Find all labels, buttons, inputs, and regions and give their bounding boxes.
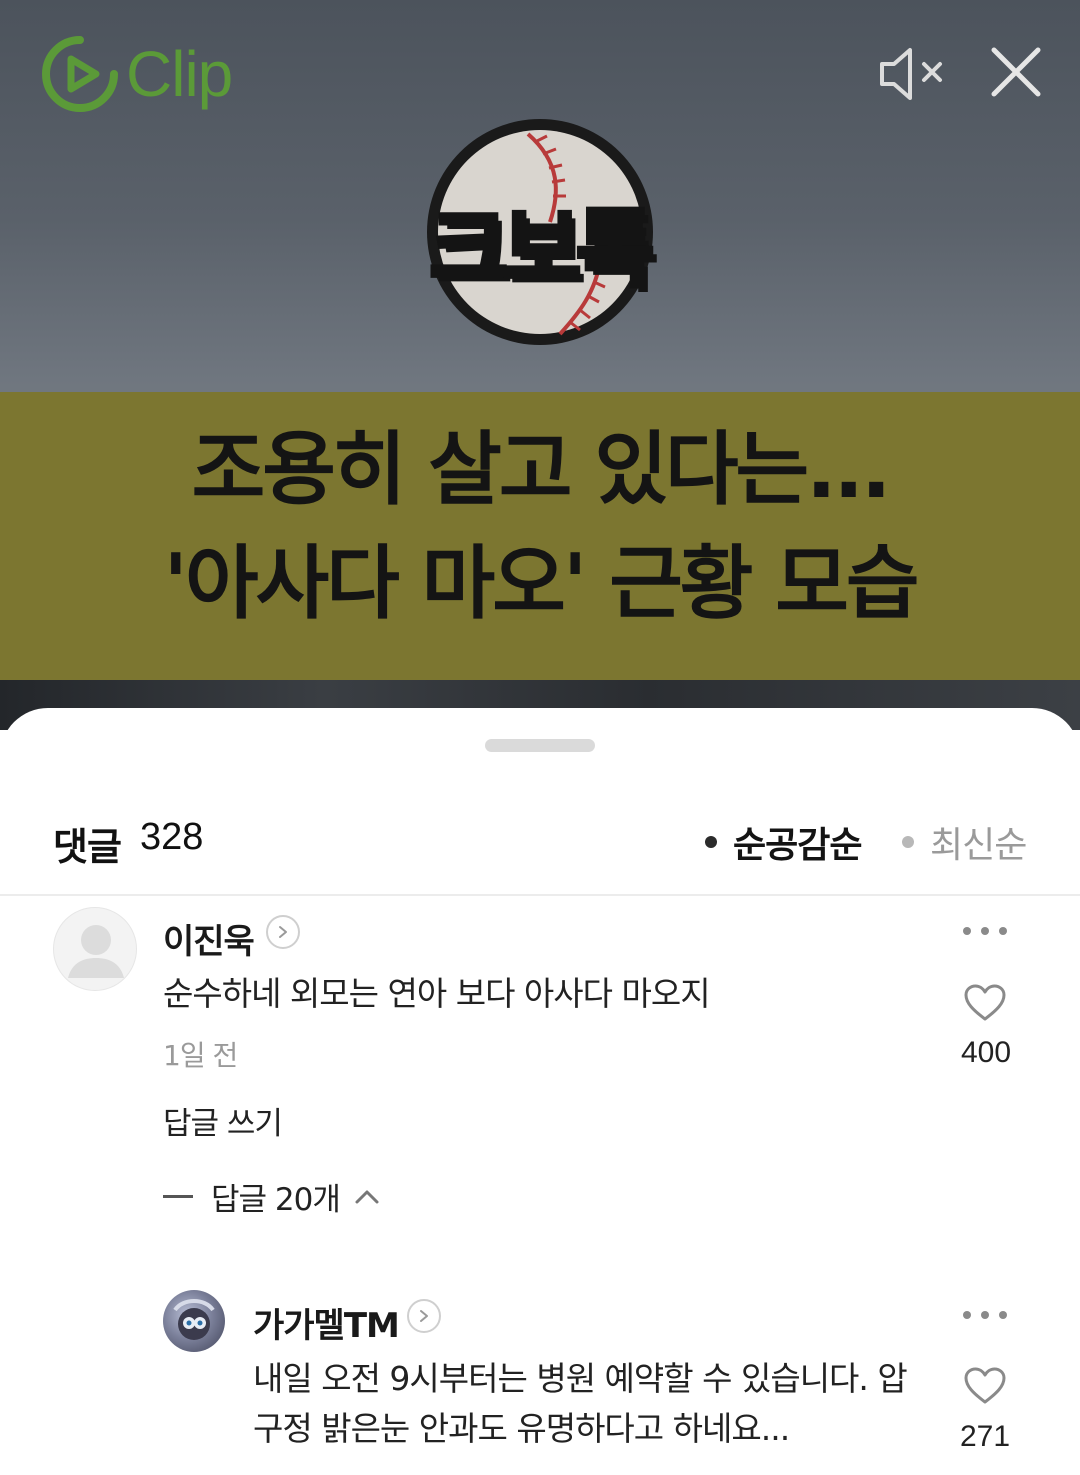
reply-author[interactable]: 가가멜TM	[253, 1298, 400, 1347]
avatar[interactable]	[53, 907, 137, 991]
channel-badge-text: 크보톡	[428, 198, 657, 301]
heart-icon	[964, 1367, 1006, 1404]
comment-text: 순수하네 외모는 연아 보다 아사다 마오지	[163, 974, 711, 1013]
headline-line-2: '아사다 마오' 근황 모습	[163, 537, 920, 630]
video-player[interactable]: Clip 크보톡 조용히 살고 있다는... '아사다 마오' 근황 모습	[0, 0, 1080, 730]
clip-logo: Clip	[40, 34, 233, 114]
close-icon	[991, 47, 1041, 97]
bullet-dot-icon	[902, 836, 914, 848]
more-dot-icon	[981, 1311, 989, 1319]
sort-option-label: 최신순	[930, 825, 1027, 866]
profile-link-button[interactable]	[266, 915, 300, 949]
like-count: 271	[959, 1420, 1011, 1453]
play-circle-icon	[42, 36, 118, 112]
close-button[interactable]	[986, 42, 1046, 102]
comments-count: 328	[140, 816, 204, 858]
chevron-up-icon	[355, 1190, 379, 1204]
chevron-right-icon	[279, 926, 287, 938]
like-button[interactable]	[963, 1366, 1007, 1406]
reply-text-line-2: 구정 밝은눈 안과도 유명하다고 하네요...	[253, 1409, 790, 1448]
comments-sheet: 댓글 328 순공감순 최신순 이진욱 순수하네 외모는 연아 보다 아사다 마…	[0, 708, 1080, 1475]
headline-line-1: 조용히 살고 있다는...	[191, 423, 892, 516]
replies-count-label: 답글 20개	[211, 1181, 341, 1218]
chevron-right-icon	[420, 1310, 428, 1322]
comments-header: 댓글 328 순공감순 최신순	[0, 808, 1080, 870]
divider	[0, 894, 1080, 896]
more-dot-icon	[999, 927, 1007, 935]
clip-logo-text: Clip	[126, 38, 233, 110]
more-dot-icon	[981, 927, 989, 935]
more-dot-icon	[963, 1311, 971, 1319]
comments-title: 댓글	[53, 825, 122, 869]
more-options-button[interactable]	[963, 921, 1007, 941]
profile-link-button[interactable]	[407, 1299, 441, 1333]
write-reply-button[interactable]: 답글 쓰기	[163, 1098, 283, 1143]
more-dot-icon	[963, 927, 971, 935]
default-user-icon	[68, 925, 124, 978]
dash-icon	[163, 1194, 193, 1198]
avatar-character-icon	[173, 1299, 215, 1340]
heart-icon	[964, 984, 1006, 1021]
sort-option-popular[interactable]: 순공감순	[705, 816, 862, 868]
comment-author[interactable]: 이진욱	[163, 914, 255, 963]
drag-handle[interactable]	[485, 739, 595, 752]
avatar[interactable]	[163, 1290, 225, 1352]
mute-button[interactable]	[876, 44, 948, 104]
bullet-dot-icon	[705, 836, 717, 848]
more-options-button[interactable]	[963, 1305, 1007, 1325]
sort-option-latest[interactable]: 최신순	[902, 816, 1027, 868]
speaker-muted-icon	[880, 48, 942, 100]
reply-text-line-1: 내일 오전 9시부터는 병원 예약할 수 있습니다. 압	[253, 1359, 908, 1398]
comment-timestamp: 1일 전	[163, 1039, 238, 1072]
like-count: 400	[960, 1036, 1012, 1069]
like-button[interactable]	[963, 983, 1007, 1023]
channel-badge: 크보톡	[410, 112, 670, 352]
replies-toggle[interactable]: 답글 20개	[163, 1176, 380, 1218]
more-dot-icon	[999, 1311, 1007, 1319]
sort-option-label: 순공감순	[733, 825, 862, 866]
video-headline-banner: 조용히 살고 있다는... '아사다 마오' 근황 모습	[0, 392, 1080, 680]
